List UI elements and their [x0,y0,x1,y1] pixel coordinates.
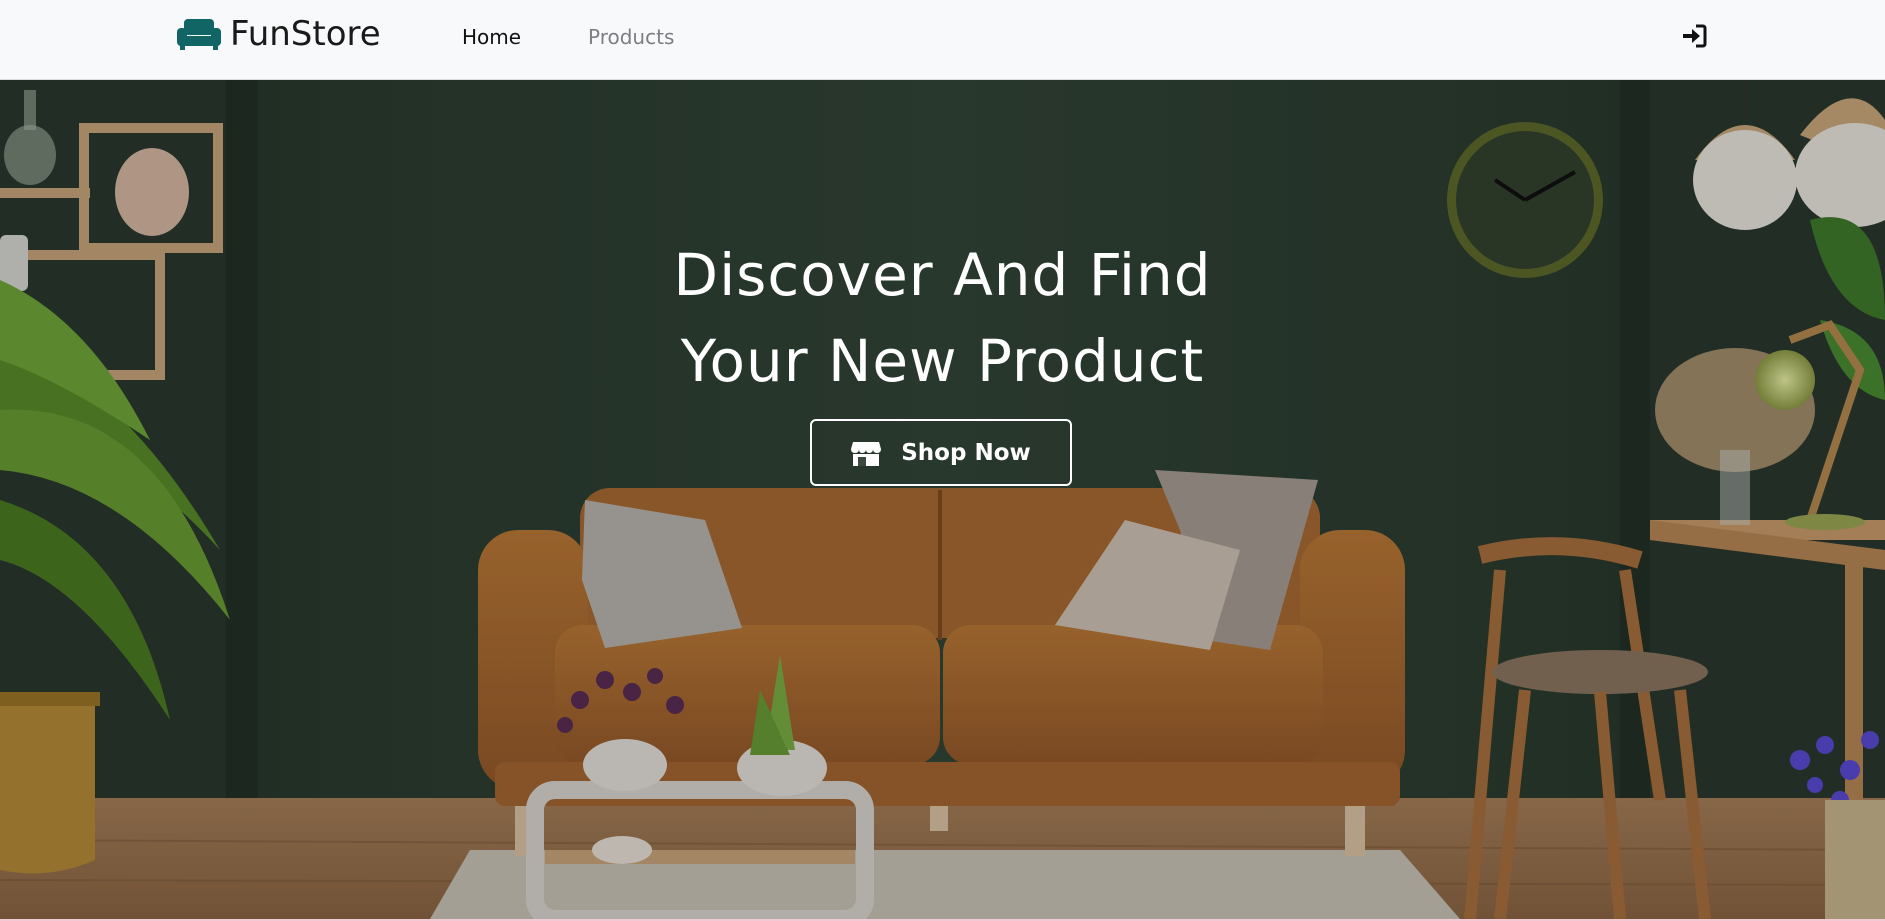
shop-now-label: Shop Now [901,439,1031,466]
hero-title-line1: Discover And Find [673,241,1212,309]
store-icon [851,441,882,466]
hero-banner: Discover And Find Your New Product Shop … [0,80,1885,919]
couch-icon [177,19,221,50]
sign-in-icon[interactable] [1681,24,1707,48]
navbar: FunStore Home Products [0,0,1885,80]
nav-home-link[interactable]: Home [462,24,521,50]
brand-name: FunStore [230,14,381,54]
shop-now-button[interactable]: Shop Now [810,419,1072,486]
hero-background-image [0,80,1885,919]
hero-title: Discover And Find Your New Product [0,232,1885,404]
brand-link[interactable]: FunStore [176,14,381,54]
hero-title-line2: Your New Product [680,327,1205,395]
nav-products-link[interactable]: Products [588,24,674,50]
